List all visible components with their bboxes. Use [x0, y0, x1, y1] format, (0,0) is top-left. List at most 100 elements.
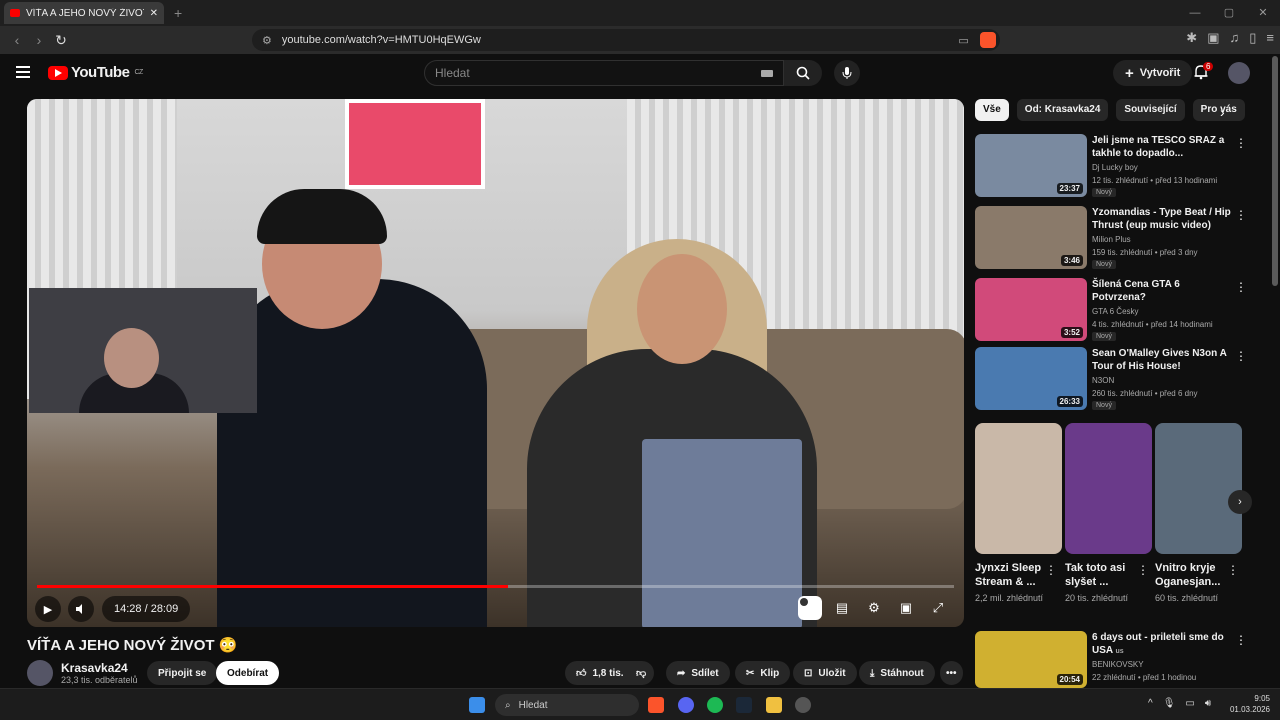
recommendation-title[interactable]: 6 days out - prileteli sme do USA us — [1092, 631, 1232, 658]
recommendation-more-icon[interactable]: ⋮ — [1235, 208, 1247, 222]
menu-icon[interactable]: ≡ — [1266, 30, 1274, 46]
wallet-icon[interactable]: ▣ — [1207, 30, 1219, 46]
guide-menu-icon[interactable] — [16, 66, 30, 78]
chip-all[interactable]: Vše — [975, 99, 1009, 121]
chips-next-chevron-icon[interactable]: › — [1220, 104, 1225, 120]
join-button[interactable]: Připojit se — [147, 661, 218, 685]
subtitles-icon[interactable]: ▤ — [830, 596, 854, 620]
volume-button[interactable] — [68, 596, 94, 622]
recommendation-thumbnail[interactable]: 3:52 — [975, 278, 1087, 341]
search-button[interactable] — [784, 60, 822, 86]
spotify-icon[interactable] — [707, 697, 723, 713]
app-icon[interactable] — [795, 697, 811, 713]
url-bar[interactable]: ⚙ youtube.com/watch?v=HMTU0HqEWGw ▭ ⇪ — [252, 29, 1000, 51]
settings-gear-icon[interactable]: ⚙ — [862, 596, 886, 620]
recommendation-thumbnail[interactable]: 26:33 — [975, 347, 1087, 410]
page-scrollbar[interactable] — [1272, 56, 1278, 286]
keyboard-icon[interactable] — [761, 70, 773, 77]
create-button[interactable]: + Vytvořit — [1113, 60, 1193, 86]
recommendation-more-icon[interactable]: ⋮ — [1235, 280, 1247, 294]
minimize-icon[interactable]: — — [1178, 0, 1212, 26]
forward-icon[interactable]: › — [28, 32, 50, 48]
media-icon[interactable]: ♫ — [1230, 30, 1240, 46]
chip-from-channel[interactable]: Od: Krasavka24 — [1016, 99, 1109, 121]
reload-icon[interactable]: ↻ — [50, 32, 72, 49]
recommendation-channel[interactable]: Dj Lucky boy — [1092, 163, 1138, 172]
recommendation-title[interactable]: Yzomandias - Type Beat / Hip Thrust (eup… — [1092, 206, 1232, 232]
share-button[interactable]: ➦ Sdílet — [666, 661, 730, 685]
tab-close-icon[interactable]: ✕ — [150, 8, 158, 19]
account-avatar[interactable] — [1228, 62, 1250, 84]
short-thumbnail[interactable] — [1155, 423, 1242, 554]
download-button[interactable]: ⤓ Stáhnout — [859, 661, 935, 685]
recommendation-thumbnail[interactable]: 20:54 — [975, 631, 1087, 688]
recommendation-item[interactable]: 3:52 Šílená Cena GTA 6 Potvrzena? GTA 6 Če… — [975, 278, 1265, 344]
new-tab-button[interactable]: + — [174, 5, 182, 21]
recommendation-item[interactable]: 3:46 Yzomandias - Type Beat / Hip Thrust … — [975, 206, 1265, 272]
discord-icon[interactable] — [678, 697, 694, 713]
short-more-icon[interactable]: ⋮ — [1045, 563, 1057, 577]
recommendation-thumbnail[interactable]: 23:37 — [975, 134, 1087, 197]
brave-browser-icon[interactable] — [648, 697, 664, 713]
like-button[interactable]: 👍︎ 1,8 tis. — [565, 661, 632, 685]
channel-avatar[interactable] — [27, 660, 53, 686]
chip-related[interactable]: Související — [1116, 99, 1185, 121]
extensions-icon[interactable]: ✱ — [1186, 30, 1197, 46]
clip-button[interactable]: ✂ Klip — [735, 661, 791, 685]
recommendation-channel[interactable]: N3ON — [1092, 376, 1114, 385]
fullscreen-icon[interactable]: ⤢ — [926, 596, 950, 620]
voice-search-button[interactable] — [834, 60, 860, 86]
recommendation-more-icon[interactable]: ⋮ — [1235, 633, 1247, 647]
recommendation-meta: 4 tis. zhlédnutí • před 14 hodinami — [1092, 320, 1213, 329]
taskbar-search[interactable]: ⌕ Hledat — [495, 694, 639, 716]
recommendation-channel[interactable]: Milion Plus — [1092, 235, 1131, 244]
recommendation-title[interactable]: Jeli jsme na TESCO SRAZ a takhle to dopa… — [1092, 134, 1232, 160]
youtube-logo[interactable]: YouTube CZ — [48, 64, 143, 81]
save-button[interactable]: ⊡ Uložit — [793, 661, 857, 685]
close-window-icon[interactable]: ✕ — [1246, 0, 1280, 26]
tray-expand-icon[interactable]: ^ — [1148, 698, 1153, 709]
channel-name[interactable]: Krasavka24 — [61, 661, 138, 675]
recommendation-item[interactable]: 23:37 Jeli jsme na TESCO SRAZ a takhle to… — [975, 134, 1265, 200]
file-explorer-icon[interactable] — [766, 697, 782, 713]
brave-shields-icon[interactable] — [980, 32, 996, 48]
recommendation-more-icon[interactable]: ⋮ — [1235, 349, 1247, 363]
short-title[interactable]: Vnitro kryje Oganesjan... — [1155, 561, 1230, 589]
windows-start-icon[interactable] — [469, 697, 485, 713]
progress-bar[interactable] — [37, 585, 954, 588]
autoplay-toggle[interactable] — [798, 596, 822, 620]
dislike-button[interactable]: 👎︎ — [628, 661, 655, 685]
shorts-next-button[interactable]: › — [1228, 490, 1252, 514]
subscribe-button[interactable]: Odebírat — [216, 661, 280, 685]
steam-icon[interactable] — [736, 697, 752, 713]
cast-icon[interactable]: ▭ — [958, 34, 968, 47]
short-more-icon[interactable]: ⋮ — [1137, 563, 1149, 577]
chip-for-you[interactable]: Pro vás — [1192, 99, 1245, 121]
back-icon[interactable]: ‹ — [6, 32, 28, 48]
short-more-icon[interactable]: ⋮ — [1227, 563, 1239, 577]
clock[interactable]: 9:05 01.03.2026 — [1230, 693, 1270, 715]
recommendation-more-icon[interactable]: ⋮ — [1235, 136, 1247, 150]
miniplayer-icon[interactable]: ▣ — [894, 596, 918, 620]
recommendation-thumbnail[interactable]: 3:46 — [975, 206, 1087, 269]
mic-tray-icon[interactable]: 🎙︎ — [1163, 698, 1176, 709]
browser-tab[interactable]: VÍŤA A JEHO NOVÝ ŽIVOT 😳 - Yo ✕ — [4, 2, 164, 24]
short-title[interactable]: Jynxzi Sleep Stream & ... — [975, 561, 1050, 589]
short-thumbnail[interactable] — [975, 423, 1062, 554]
sidebar-icon[interactable]: ▯ — [1249, 30, 1256, 46]
recommendation-item[interactable]: 26:33 Sean O'Malley Gives N3on A Tour of … — [975, 347, 1265, 413]
recommendation-title[interactable]: Šílená Cena GTA 6 Potvrzena? — [1092, 278, 1232, 304]
site-info-icon[interactable]: ⚙ — [262, 34, 272, 47]
play-button[interactable]: ▶ — [35, 596, 61, 622]
maximize-icon[interactable]: ▢ — [1212, 0, 1246, 26]
recommendation-channel[interactable]: GTA 6 Česky — [1092, 307, 1139, 316]
short-thumbnail[interactable] — [1065, 423, 1152, 554]
short-title[interactable]: Tak toto asi slyšet ... — [1065, 561, 1140, 589]
more-actions-button[interactable]: ••• — [940, 661, 963, 685]
video-player[interactable]: ▶ 14:28 / 28:09 ▤ ⚙ ▣ ⤢ — [27, 99, 964, 627]
speaker-icon[interactable]: 🔊︎ — [1205, 698, 1211, 709]
recommendation-title[interactable]: Sean O'Malley Gives N3on A Tour of His H… — [1092, 347, 1232, 373]
network-icon[interactable]: ▭ — [1185, 698, 1194, 709]
recommendation-channel[interactable]: BENIKOVSKY — [1092, 660, 1144, 669]
search-input[interactable]: Hledat — [424, 60, 784, 86]
